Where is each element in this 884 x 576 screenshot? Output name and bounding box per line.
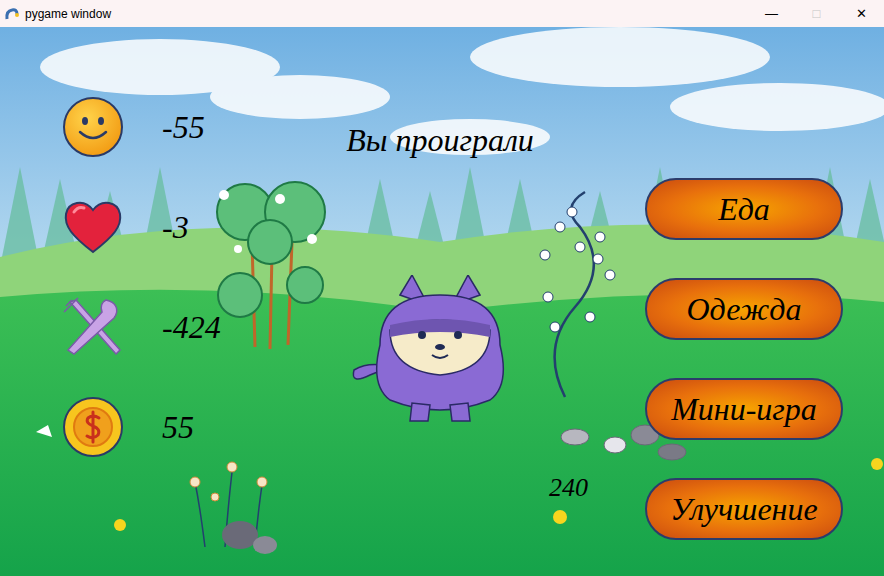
menu-button[interactable]: Улучшение xyxy=(645,478,843,540)
window-control[interactable]: □ xyxy=(794,0,839,27)
stat-value: -424 xyxy=(162,311,221,343)
stat-row: -3 xyxy=(62,196,290,258)
window-title: pygame window xyxy=(25,5,111,23)
pygame-icon xyxy=(4,6,20,22)
stats-panel: -55 -3 -424 55 xyxy=(0,27,290,576)
stat-value: 55 xyxy=(162,411,194,443)
stat-value: -3 xyxy=(162,211,189,243)
stat-value: -55 xyxy=(162,111,205,143)
creature-icon xyxy=(350,275,530,423)
pygame-window: pygame window —□✕ -55 -3 -424 55 Вы проиграли 2… xyxy=(0,0,884,576)
title-bar: pygame window —□✕ xyxy=(0,0,884,27)
window-control[interactable]: ✕ xyxy=(839,0,884,27)
heart-icon xyxy=(62,196,124,258)
game-scene: -55 -3 -424 55 Вы проиграли 240 Еда Одежда Мини-… xyxy=(0,27,884,576)
counter: 240 xyxy=(549,473,588,503)
window-control[interactable]: — xyxy=(749,0,794,27)
fork-knife-icon xyxy=(62,296,124,358)
stat-row: -424 xyxy=(62,296,290,358)
stat-row: -55 xyxy=(62,96,290,158)
menu-button[interactable]: Одежда xyxy=(645,278,843,340)
menu-button[interactable]: Мини-игра xyxy=(645,378,843,440)
center-panel: Вы проиграли 240 xyxy=(290,27,590,576)
smiley-icon xyxy=(62,96,124,158)
coin-icon xyxy=(62,396,124,458)
menu-panel: Еда Одежда Мини-игра Улучшение xyxy=(590,27,843,576)
status-title: Вы проиграли xyxy=(346,120,534,160)
window-controls: —□✕ xyxy=(749,0,884,27)
menu-button[interactable]: Еда xyxy=(645,178,843,240)
stat-row: 55 xyxy=(62,396,290,458)
